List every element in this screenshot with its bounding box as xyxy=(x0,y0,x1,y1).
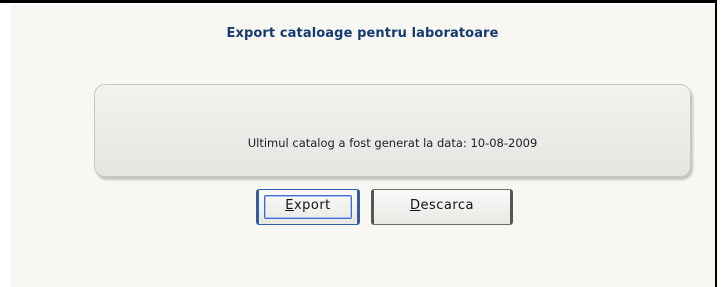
export-button[interactable]: Export xyxy=(256,189,360,225)
window-top-border xyxy=(0,0,717,3)
download-button[interactable]: Descarca xyxy=(371,189,513,225)
export-button-label: Export xyxy=(259,198,357,213)
export-label-rest: xport xyxy=(293,198,331,213)
export-panel: Export cataloage pentru laboratoare Ulti… xyxy=(10,5,715,287)
download-accesskey: D xyxy=(409,198,421,213)
status-box: Ultimul catalog a fost generat la data: … xyxy=(94,84,691,177)
download-label-rest: escarca xyxy=(420,198,475,213)
window-right-border xyxy=(715,0,717,287)
export-accesskey: E xyxy=(285,198,294,213)
last-generated-message: Ultimul catalog a fost generat la data: … xyxy=(247,136,538,150)
download-button-label: Descarca xyxy=(374,198,510,213)
page-title: Export cataloage pentru laboratoare xyxy=(226,26,499,41)
